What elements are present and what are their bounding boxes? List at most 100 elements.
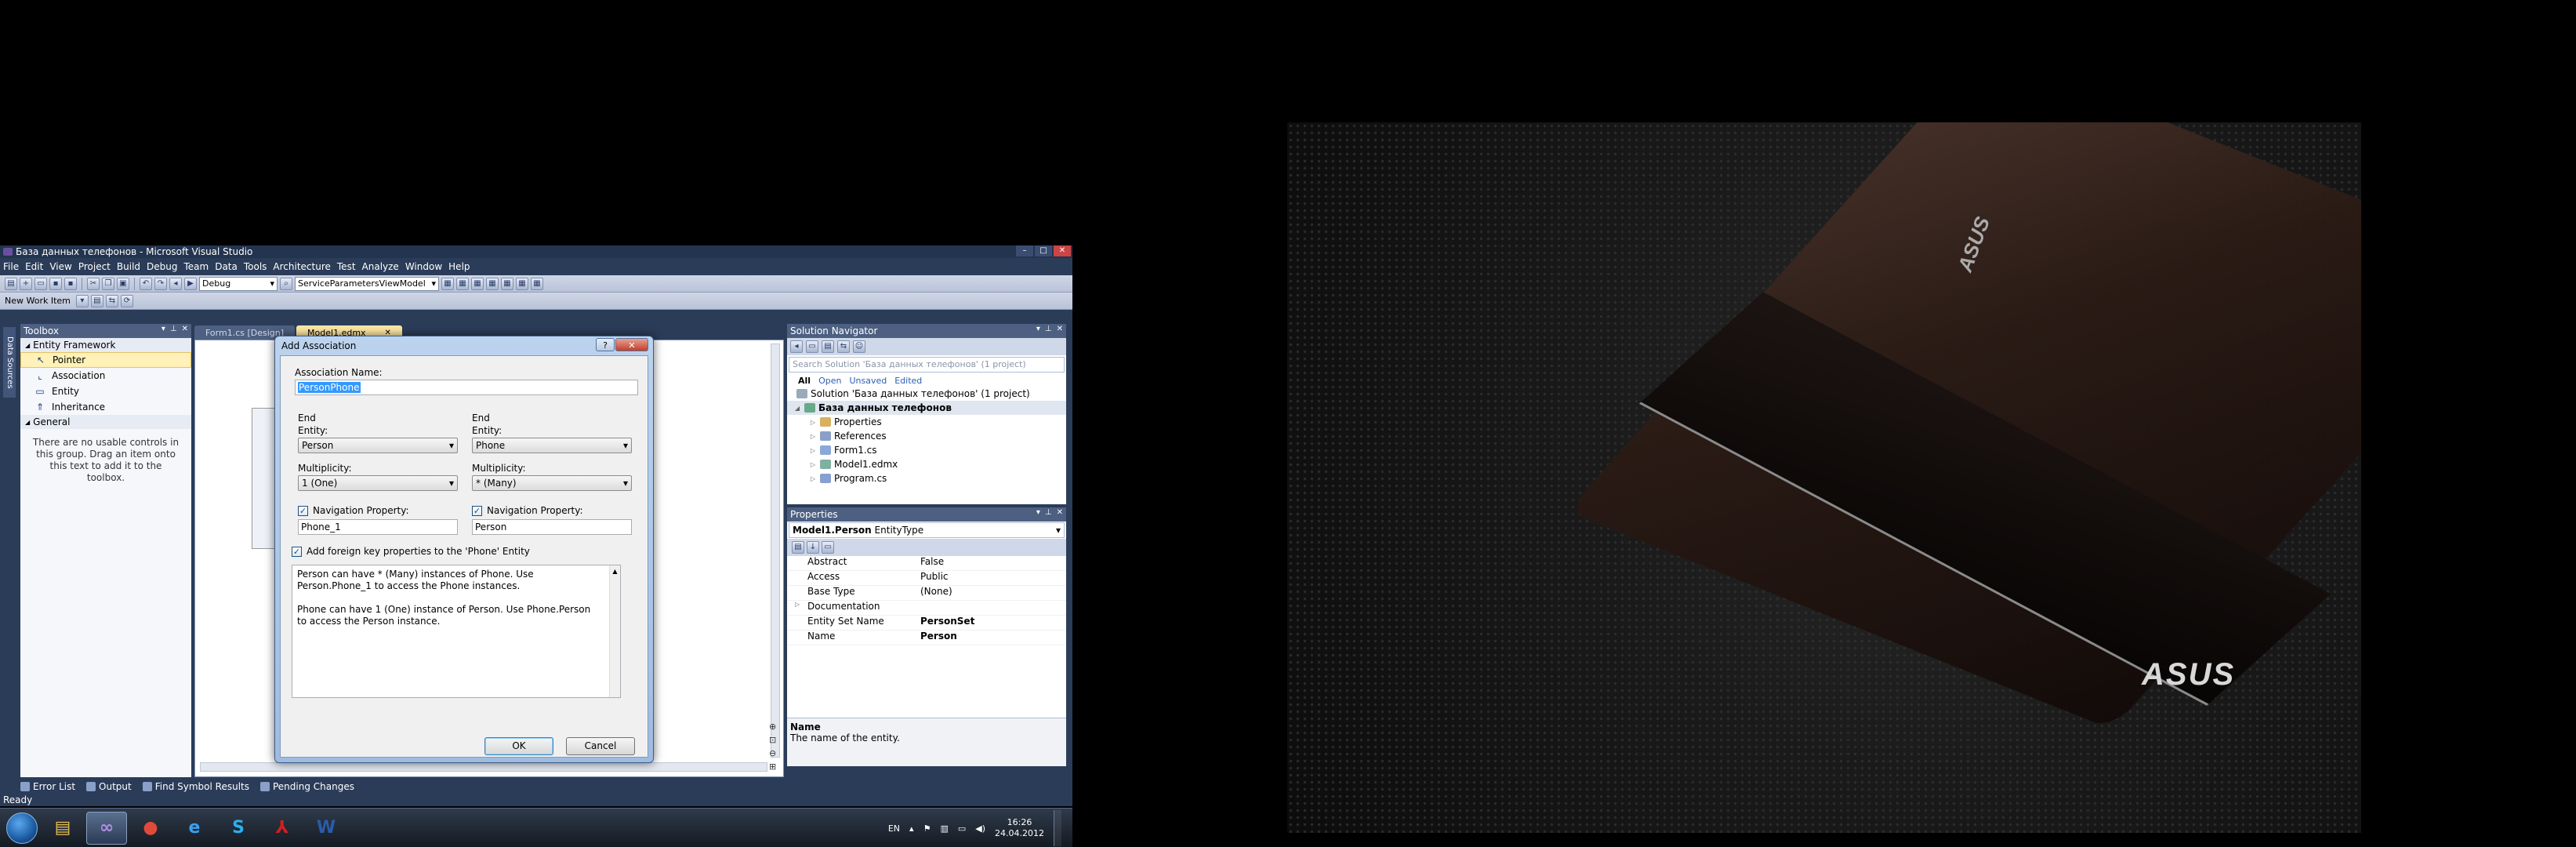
menu-help[interactable]: Help	[448, 261, 470, 272]
expand-arrow-icon[interactable]: ▷	[809, 447, 817, 454]
paste-icon[interactable]: ▣	[117, 277, 129, 290]
work-item-dropdown-icon[interactable]: ▾	[75, 294, 89, 307]
tree-item[interactable]: ▷ Properties	[787, 415, 1066, 429]
menu-file[interactable]: File	[3, 261, 19, 272]
left-multiplicity-select[interactable]: 1 (One)	[298, 475, 458, 491]
menu-architecture[interactable]: Architecture	[273, 261, 330, 272]
cancel-button[interactable]: Cancel	[566, 737, 635, 755]
extension-icon[interactable]: ▦	[516, 277, 528, 290]
collapse-all-icon[interactable]: ▭	[806, 340, 818, 353]
property-pages-icon[interactable]: ▭	[822, 541, 834, 554]
help-button[interactable]: ?	[596, 338, 615, 351]
property-value[interactable]: Public	[916, 571, 1066, 585]
tree-item[interactable]: ▷ References	[787, 429, 1066, 443]
description-scrollbar[interactable]: ▲	[609, 565, 620, 697]
bottom-tab-output[interactable]: Output	[86, 781, 132, 792]
properties-header[interactable]: Properties ▾ ⊥ ✕	[787, 507, 1066, 522]
minimize-button[interactable]: –	[1016, 245, 1033, 256]
property-value[interactable]: False	[916, 556, 1066, 570]
dropdown-icon[interactable]: ▾	[161, 325, 165, 333]
pin-icon[interactable]: ⊥	[170, 325, 177, 333]
menu-view[interactable]: View	[49, 261, 71, 272]
start-debug-icon[interactable]: ▶	[184, 277, 197, 290]
zoom-100-icon[interactable]: ⊡	[769, 735, 782, 745]
bottom-tab-pending-changes[interactable]: Pending Changes	[259, 781, 354, 792]
expand-arrow-icon[interactable]: ▷	[809, 475, 817, 482]
right-entity-select[interactable]: Phone	[472, 438, 632, 453]
object-browser-icon[interactable]: ▦	[471, 277, 484, 290]
back-icon[interactable]: ◂	[790, 340, 803, 353]
solution-navigator-header[interactable]: Solution Navigator ▾ ⊥ ✕	[787, 324, 1066, 338]
find-combo[interactable]: ServiceParametersViewModel	[295, 276, 439, 291]
property-value[interactable]: Person	[916, 631, 1066, 645]
refresh-icon[interactable]: ⟳	[120, 294, 133, 307]
close-icon[interactable]: ✕	[1057, 508, 1063, 517]
menu-debug[interactable]: Debug	[147, 261, 177, 272]
property-row[interactable]: Access Public	[787, 571, 1066, 586]
left-entity-select[interactable]: Person	[298, 438, 458, 453]
menu-project[interactable]: Project	[78, 261, 111, 272]
property-row[interactable]: Name Person	[787, 631, 1066, 645]
ok-button[interactable]: OK	[484, 737, 553, 755]
vertical-scrollbar[interactable]	[771, 344, 780, 758]
navigate-icon[interactable]: ◂	[169, 277, 182, 290]
dialog-close-button[interactable]: ✕	[615, 338, 648, 351]
cut-icon[interactable]: ✂	[87, 277, 100, 290]
tree-item[interactable]: ▷ Program.cs	[787, 471, 1066, 485]
menu-edit[interactable]: Edit	[25, 261, 43, 272]
bottom-tab-find-symbol-results[interactable]: Find Symbol Results	[142, 781, 249, 792]
dropdown-icon[interactable]: ▾	[1036, 508, 1040, 517]
toolbox-item-entity[interactable]: ▭ Entity	[20, 384, 191, 399]
toolbox-header[interactable]: Toolbox ▾ ⊥ ✕	[20, 324, 191, 338]
maximize-button[interactable]: □	[1035, 245, 1052, 256]
open-icon[interactable]: ▭	[34, 277, 47, 290]
properties-icon[interactable]: ▦	[456, 277, 469, 290]
alphabetical-icon[interactable]: ↓	[807, 541, 819, 554]
foreign-key-checkbox[interactable]: ✓ Add foreign key properties to the 'Pho…	[292, 546, 530, 557]
clock[interactable]: 16:26 24.04.2012	[995, 817, 1044, 839]
zoom-fit-icon[interactable]: ⊞	[769, 762, 782, 772]
solution-explorer-icon[interactable]: ▦	[486, 277, 499, 290]
link-icon[interactable]: ⇆	[105, 294, 118, 307]
menu-tools[interactable]: Tools	[244, 261, 267, 272]
tree-solution[interactable]: Solution 'База данных телефонов' (1 proj…	[787, 387, 1066, 401]
display-icon[interactable]: ▭	[958, 823, 966, 834]
toolbox-item-inheritance[interactable]: ⇑ Inheritance	[20, 399, 191, 415]
expand-arrow-icon[interactable]: ▷	[809, 433, 817, 440]
property-value[interactable]: PersonSet	[916, 616, 1066, 630]
toolbox-group-entity-framework[interactable]: ◢ Entity Framework	[20, 338, 191, 352]
toolbox-item-pointer[interactable]: ↖ Pointer	[20, 352, 191, 368]
tree-item[interactable]: ▷ Model1.edmx	[787, 457, 1066, 471]
sync-icon[interactable]: ⇆	[837, 340, 850, 353]
show-all-icon[interactable]: ▤	[822, 340, 834, 353]
toolbox-item-association[interactable]: ⌞ Association	[20, 368, 191, 384]
show-hidden-icons-icon[interactable]: ▴	[909, 823, 914, 834]
property-row[interactable]: Base Type (None)	[787, 586, 1066, 601]
menu-data[interactable]: Data	[215, 261, 238, 272]
entity-shape[interactable]	[252, 408, 275, 549]
network-icon[interactable]: ▥	[940, 823, 948, 834]
categorized-icon[interactable]: ▤	[792, 541, 804, 554]
title-bar[interactable]: База данных телефонов - Microsoft Visual…	[0, 245, 1072, 258]
find-icon[interactable]: ⌕	[280, 277, 292, 290]
menu-team[interactable]: Team	[183, 261, 209, 272]
filter-unsaved[interactable]: Unsaved	[849, 376, 887, 386]
toolbox-group-general[interactable]: ◢ General	[20, 415, 191, 429]
add-item-icon[interactable]: +	[20, 277, 32, 290]
expand-arrow-icon[interactable]: ▷	[795, 601, 800, 608]
close-button[interactable]: ✕	[1054, 245, 1071, 256]
association-name-input[interactable]: PersonPhone	[295, 380, 638, 395]
tree-project[interactable]: ◢ База данных телефонов	[787, 401, 1066, 415]
expand-arrow-icon[interactable]: ▷	[809, 461, 817, 468]
taskbar-explorer-icon[interactable]: ▤	[42, 812, 83, 845]
layout-icon[interactable]: ▦	[531, 277, 543, 290]
copy-icon[interactable]: ❐	[102, 277, 114, 290]
property-row[interactable]: Entity Set Name PersonSet	[787, 616, 1066, 631]
property-value[interactable]	[916, 601, 1066, 615]
property-row[interactable]: ▷ Documentation	[787, 601, 1066, 616]
dialog-title-bar[interactable]: Add Association ? ✕	[275, 336, 653, 355]
zoom-out-icon[interactable]: ⊖	[769, 748, 782, 758]
object-selector[interactable]: Model1.Person EntityType	[789, 522, 1065, 538]
right-navprop-checkbox[interactable]: ✓ Navigation Property:	[472, 505, 582, 516]
horizontal-scrollbar[interactable]	[200, 762, 767, 772]
